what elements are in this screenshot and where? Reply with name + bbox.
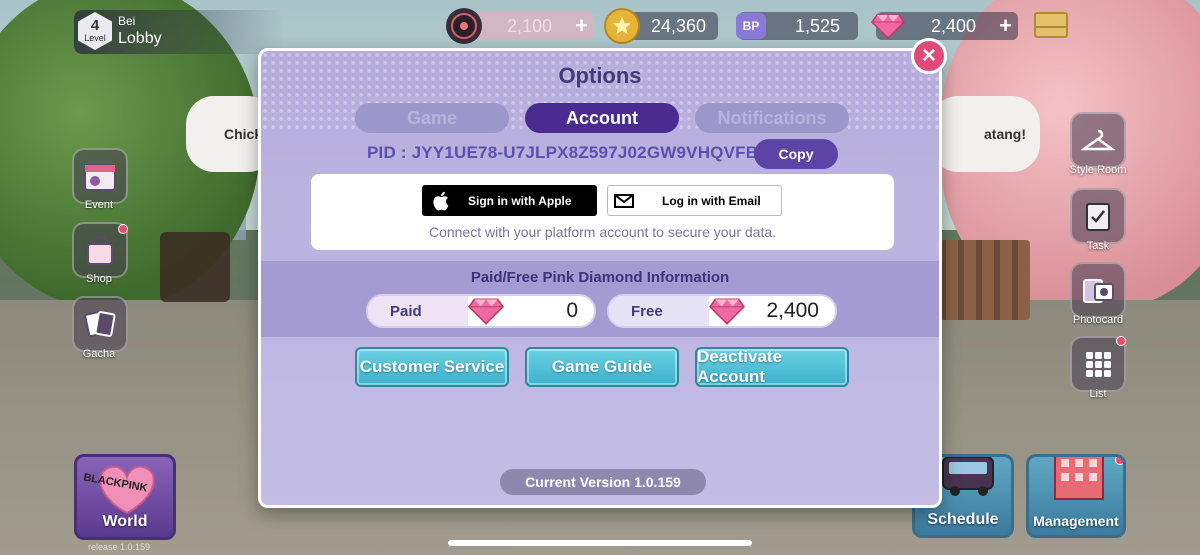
customer-service-button[interactable]: Customer Service — [355, 347, 509, 387]
current-version: Current Version 1.0.159 — [500, 469, 706, 495]
sign-in-apple-button[interactable]: Sign in with Apple — [422, 185, 597, 216]
gacha-button[interactable] — [72, 296, 128, 352]
home-indicator[interactable] — [448, 540, 752, 546]
apple-icon — [432, 190, 454, 212]
management-label: Management — [1033, 513, 1119, 529]
event-button[interactable] — [72, 148, 128, 204]
style-room-label: Style Room — [1069, 164, 1127, 176]
calendar-icon — [74, 150, 126, 202]
building-icon — [1047, 457, 1111, 501]
bus-icon — [939, 457, 999, 497]
hanger-icon — [1072, 114, 1124, 166]
task-label: Task — [1086, 240, 1110, 252]
player-name: Bei — [118, 14, 136, 28]
shop-button[interactable] — [72, 222, 128, 278]
dialog-title: Options — [558, 63, 642, 88]
event-label: Event — [84, 199, 114, 211]
grid-icon — [1072, 338, 1124, 390]
log-in-email-button[interactable]: Log in with Email — [607, 185, 782, 216]
paid-diamond-box: Paid 0 — [366, 294, 596, 328]
pink-diamond-currency[interactable]: 2,400 + — [871, 12, 1018, 40]
list-label: List — [1089, 388, 1107, 400]
bp-ticket-icon: BP — [736, 13, 766, 39]
photocard-label: Photocard — [1072, 314, 1124, 326]
options-dialog: Options Game Account Notifications PID :… — [258, 48, 942, 508]
record-currency[interactable]: 2,100 + — [446, 8, 594, 44]
gacha-label: Gacha — [82, 348, 116, 360]
list-button[interactable] — [1070, 336, 1126, 392]
task-button[interactable] — [1070, 188, 1126, 244]
game-guide-button[interactable]: Game Guide — [525, 347, 679, 387]
pink-diamond-value: 2,400 — [930, 15, 976, 36]
tab-account[interactable]: Account — [525, 103, 679, 133]
shop-label: Shop — [86, 273, 112, 285]
star-coin-icon — [604, 8, 640, 44]
cards-icon — [74, 298, 126, 350]
close-button[interactable]: × — [911, 38, 947, 74]
star-coin-currency: 24,360 — [604, 8, 718, 44]
bubble-right-text: atang! — [984, 126, 1026, 142]
level-word: Level — [84, 33, 106, 43]
connect-info-text: Connect with your platform account to se… — [428, 224, 777, 240]
star-coin-value: 24,360 — [650, 15, 706, 36]
free-value: 2,400 — [766, 299, 819, 322]
schedule-label: Schedule — [927, 511, 999, 528]
mail-icon[interactable] — [1034, 12, 1068, 38]
vinyl-record-icon — [446, 8, 482, 44]
paid-value: 0 — [566, 299, 578, 322]
tab-notifications[interactable]: Notifications — [695, 103, 849, 133]
photocard-icon — [1072, 264, 1124, 316]
envelope-icon — [614, 193, 634, 208]
clipboard-icon — [1072, 190, 1124, 242]
pink-diamond-icon — [468, 297, 504, 325]
world-button[interactable]: BLACKPINK World — [74, 454, 176, 540]
style-room-button[interactable] — [1070, 112, 1126, 168]
list-notification-dot — [1116, 336, 1126, 346]
copy-button[interactable]: Copy — [754, 139, 838, 169]
bp-value: 1,525 — [794, 15, 840, 36]
player-id: PID : JYY1UE78-U7JLPX8Z597J02GW9VHQVFB — [367, 143, 759, 162]
record-plus-button[interactable]: + — [575, 13, 588, 39]
diamond-info-section: Paid/Free Pink Diamond Information Paid … — [261, 261, 939, 337]
management-notification-dot — [1115, 457, 1123, 465]
management-button[interactable]: Management — [1026, 454, 1126, 538]
email-label: Log in with Email — [662, 193, 761, 208]
pink-diamond-icon — [709, 297, 745, 325]
free-diamond-box: Free 2,400 — [607, 294, 837, 328]
shop-notification-dot — [118, 224, 128, 234]
world-label: World — [102, 513, 148, 530]
release-version: release 1.0.159 — [88, 542, 151, 552]
deactivate-account-button[interactable]: Deactivate Account — [695, 347, 849, 387]
paid-label: Paid — [368, 296, 468, 326]
pink-diamond-icon — [870, 8, 906, 44]
tab-game[interactable]: Game — [355, 103, 509, 133]
fence — [940, 240, 1030, 320]
bp-currency: BP 1,525 — [736, 12, 858, 40]
diamond-info-title: Paid/Free Pink Diamond Information — [470, 269, 730, 286]
platform-login-panel: Sign in with Apple Log in with Email Con… — [311, 174, 894, 250]
apple-label: Sign in with Apple — [468, 193, 572, 208]
record-value: 2,100 — [506, 15, 552, 36]
bubble-left-text: Chick — [224, 126, 263, 142]
pink-diamond-plus-button[interactable]: + — [999, 13, 1012, 39]
location-name: Lobby — [118, 30, 162, 47]
level-number: 4 — [90, 17, 100, 34]
photocard-button[interactable] — [1070, 262, 1126, 318]
bench — [160, 232, 230, 302]
speech-bubble-right: atang! — [930, 96, 1040, 172]
free-label: Free — [609, 296, 709, 326]
